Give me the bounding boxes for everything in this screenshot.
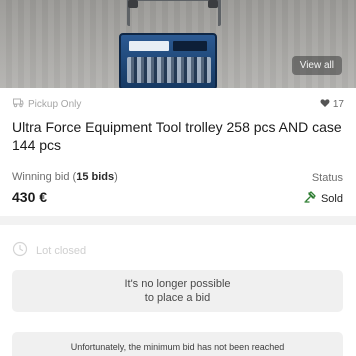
status-value: Sold [320, 192, 343, 205]
trolley-wheel [128, 0, 138, 8]
winning-bid-label: Winning bid (15 bids) [12, 171, 118, 183]
trolley-frame [127, 0, 221, 26]
listing-title: Ultra Force Equipment Tool trolley 258 p… [12, 119, 342, 153]
case-brand-label [173, 41, 207, 51]
case-tools [127, 57, 211, 83]
section-divider [0, 216, 356, 225]
lot-closed-row: Lot closed [12, 241, 86, 260]
favorites-count: 17 [332, 98, 344, 110]
winning-bid-suffix: ) [114, 171, 118, 183]
case-label [129, 41, 169, 51]
favorite-button[interactable]: 17 [320, 98, 344, 111]
trolley-wheel [208, 0, 218, 8]
lot-closed-label: Lot closed [36, 244, 87, 257]
pickup-only-badge: Pickup Only [12, 97, 81, 112]
minimum-bid-notice: Unfortunately, the minimum bid has not b… [12, 332, 343, 356]
view-all-button[interactable]: View all [291, 56, 342, 75]
heart-icon [320, 98, 330, 111]
notice-line-2: to place a bid [144, 292, 211, 304]
winning-bid-prefix: Winning bid ( [12, 171, 77, 183]
notice-line-1: It's no longer possible [124, 278, 231, 290]
pickup-icon [12, 97, 24, 112]
tool-case [119, 33, 217, 88]
bids-count[interactable]: 15 bids [76, 171, 114, 183]
product-photo[interactable]: View all [0, 0, 356, 88]
clock-icon [12, 241, 28, 260]
winning-bid-price: 430 € [12, 189, 48, 205]
pickup-label: Pickup Only [28, 98, 82, 110]
no-longer-possible-notice: It's no longer possible to place a bid [12, 270, 343, 312]
sold-icon [304, 191, 316, 206]
status-label: Status [311, 172, 343, 184]
status-badge: Sold [304, 191, 343, 206]
listing-meta-row: Pickup Only 17 [12, 97, 344, 111]
